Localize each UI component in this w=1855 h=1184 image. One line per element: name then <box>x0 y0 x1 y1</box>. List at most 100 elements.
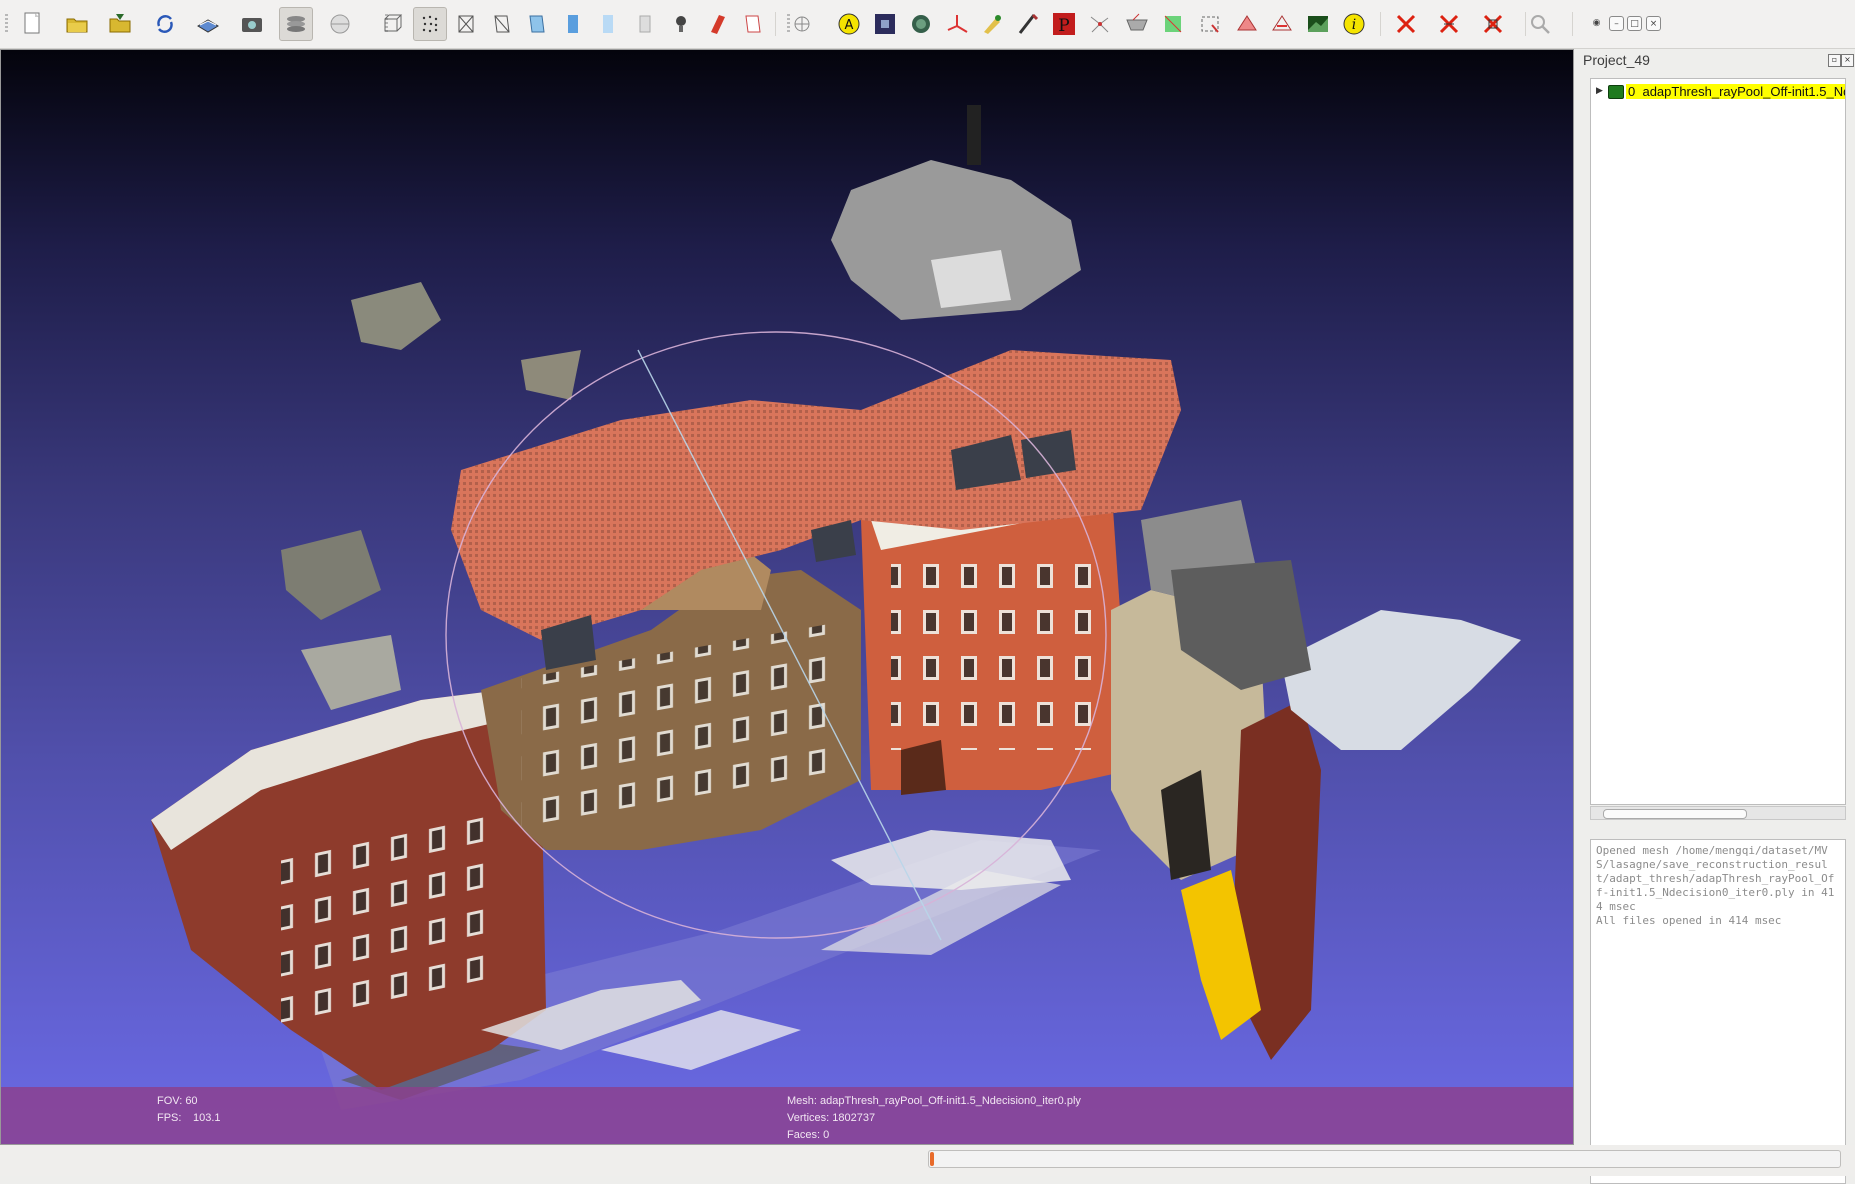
paint-icon <box>984 15 1001 34</box>
lighting-button[interactable] <box>664 7 698 41</box>
select-connected-icon <box>1164 15 1182 33</box>
chimney <box>967 105 981 165</box>
image-raster-button[interactable] <box>868 7 902 41</box>
toolbar-separator <box>775 12 776 36</box>
layer-name: adapThresh_rayPool_Off-init1.5_Ndecision… <box>1642 84 1845 99</box>
dormer-window <box>931 250 1011 308</box>
select-region-icon <box>1237 15 1257 31</box>
layer-row[interactable]: ▶ 0 adapThresh_rayPool_Off-init1.5_Ndeci… <box>1593 82 1845 102</box>
svg-text:i: i <box>1352 17 1356 33</box>
texture-render-icon <box>639 15 651 33</box>
center-building-windows <box>891 550 1101 750</box>
reload-button[interactable] <box>148 7 182 41</box>
toolbar-grip[interactable] <box>5 14 8 34</box>
view-eye-icon[interactable]: ◉ <box>1589 16 1604 31</box>
street-scan <box>831 830 1071 890</box>
wireframe-render-button[interactable] <box>449 7 483 41</box>
select-region-button[interactable] <box>1230 7 1264 41</box>
close-button[interactable]: × <box>1646 16 1661 31</box>
fps-label: FPS: <box>157 1112 182 1124</box>
sphere-view-button[interactable] <box>323 7 357 41</box>
restore-button[interactable]: □ <box>1627 16 1642 31</box>
delete-faces-vertices-button[interactable] <box>1476 7 1510 41</box>
search-button[interactable] <box>1523 7 1557 41</box>
delete-faces-icon <box>1439 14 1459 34</box>
layers-icon <box>287 16 305 32</box>
p-tool-icon: P <box>1053 13 1075 36</box>
double-side-light-button[interactable] <box>701 7 735 41</box>
select-connected-button[interactable] <box>1156 7 1190 41</box>
layer-label[interactable]: 0 adapThresh_rayPool_Off-init1.5_Ndecisi… <box>1626 84 1845 99</box>
expand-arrow-icon[interactable]: ▶ <box>1596 86 1603 96</box>
3d-viewport[interactable]: FOV: 60 FPS: 103.1 Mesh: adapThresh_rayP… <box>0 49 1574 1145</box>
raster-view-button[interactable] <box>1301 7 1335 41</box>
layer-list[interactable]: ▶ 0 adapThresh_rayPool_Off-init1.5_Ndeci… <box>1590 78 1846 805</box>
selection-render-button[interactable] <box>735 7 769 41</box>
scan-fragment <box>281 530 381 620</box>
toolbar-separator <box>1572 12 1573 36</box>
vertex-count-readout: Vertices: 1802737 <box>787 1112 876 1124</box>
dock-close-button[interactable]: × <box>1841 54 1854 67</box>
select-vertices-button[interactable] <box>1083 7 1117 41</box>
select-faces-button[interactable] <box>1120 7 1154 41</box>
manipulator-icon <box>947 15 968 33</box>
open-project-button[interactable] <box>60 7 94 41</box>
layer-visibility-icon[interactable] <box>1608 85 1624 99</box>
hidden-lines-icon <box>494 15 510 33</box>
project-title: Project_49 <box>1583 52 1650 68</box>
z-paint-icon <box>1018 13 1039 34</box>
pick-points-button[interactable] <box>904 7 938 41</box>
manipulator-button[interactable] <box>940 7 974 41</box>
snapshot-icon <box>242 18 262 32</box>
open-project-icon <box>66 18 88 33</box>
rect-select-button[interactable] <box>1193 7 1227 41</box>
minimize-button[interactable]: – <box>1609 16 1624 31</box>
delete-faces-vertices-icon <box>1483 14 1503 34</box>
new-project-icon <box>24 12 40 34</box>
dock-float-button[interactable]: ▫ <box>1828 54 1841 67</box>
log-line: Opened mesh /home/mengqi/dataset/MVS/las… <box>1596 844 1835 913</box>
lighting-icon <box>676 16 686 32</box>
flat-shading-icon <box>529 15 545 33</box>
log-panel: Opened mesh /home/mengqi/dataset/MVS/las… <box>1590 839 1846 1184</box>
smooth-render-button[interactable] <box>591 7 625 41</box>
scan-fragment <box>301 635 401 710</box>
point-cloud-scene[interactable] <box>1 50 1574 1145</box>
new-project-button[interactable] <box>15 7 49 41</box>
layers-button[interactable] <box>279 7 313 41</box>
hidden-lines-button[interactable] <box>485 7 519 41</box>
fov-readout: FOV: 60 <box>157 1095 198 1107</box>
search-icon <box>1531 15 1550 34</box>
reload-icon <box>157 15 173 33</box>
scrollbar-thumb[interactable] <box>1603 809 1747 819</box>
points-render-button[interactable] <box>413 7 447 41</box>
points-render-icon <box>422 15 438 33</box>
trackball-button[interactable] <box>785 7 819 41</box>
info-button[interactable]: i <box>1337 7 1371 41</box>
export-mesh-button[interactable] <box>191 7 225 41</box>
snapshot-button[interactable] <box>235 7 269 41</box>
main-toolbar: A Pi – □ × ◉ <box>0 0 1855 49</box>
wireframe-render-icon <box>458 15 474 33</box>
delete-vertices-button[interactable] <box>1389 7 1423 41</box>
layer-list-scrollbar[interactable] <box>1590 806 1846 820</box>
scan-fragment <box>521 350 581 400</box>
texture-render-button[interactable] <box>628 7 662 41</box>
annotation-button[interactable]: A <box>832 7 866 41</box>
p-tool-button[interactable]: P <box>1047 7 1081 41</box>
bbox-render-button[interactable] <box>375 7 409 41</box>
smooth-shading-button[interactable] <box>556 7 590 41</box>
face-count-readout: Faces: 0 <box>787 1129 830 1141</box>
right-white-roof <box>1281 610 1521 750</box>
flat-shading-button[interactable] <box>520 7 554 41</box>
paint-button[interactable] <box>975 7 1009 41</box>
trackball-icon <box>794 16 810 32</box>
import-mesh-button[interactable] <box>103 7 137 41</box>
log-line: All files opened in 414 msec <box>1596 914 1782 927</box>
z-paint-button[interactable] <box>1011 7 1045 41</box>
bbox-render-icon <box>384 14 403 32</box>
fill-region-button[interactable] <box>1265 7 1299 41</box>
delete-faces-button[interactable] <box>1432 7 1466 41</box>
mesh-name-readout: Mesh: adapThresh_rayPool_Off-init1.5_Nde… <box>787 1095 1081 1107</box>
double-side-light-icon <box>711 15 725 34</box>
